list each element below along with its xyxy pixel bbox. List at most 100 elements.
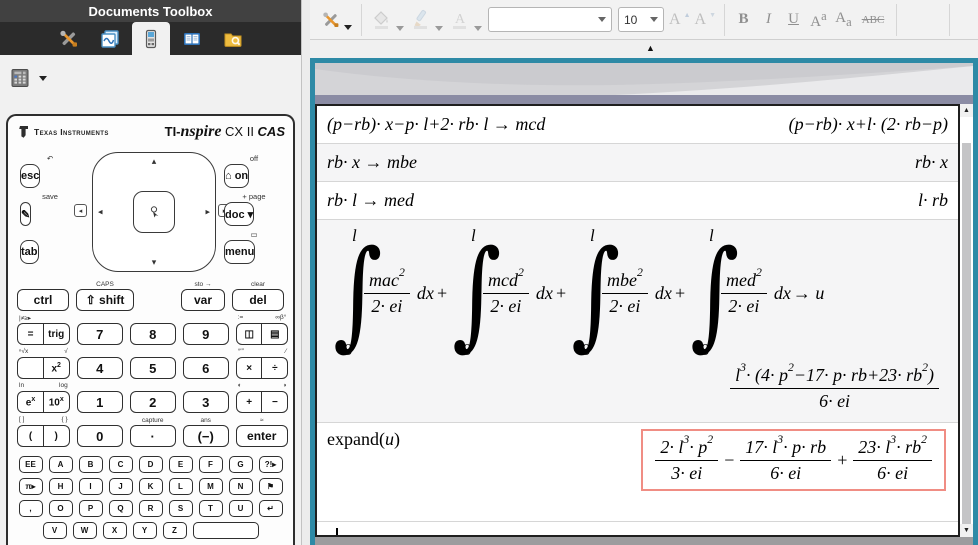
- page-back-icon[interactable]: ◂: [74, 204, 87, 217]
- fill-color-button[interactable]: [368, 7, 407, 33]
- math-output[interactable]: rb· x: [915, 152, 948, 173]
- key-scratchpad[interactable]: ✎: [20, 202, 31, 226]
- key-x[interactable]: X: [103, 522, 127, 539]
- key-s[interactable]: S: [169, 500, 193, 517]
- ten-power[interactable]: 10x: [43, 391, 70, 413]
- key-doc[interactable]: doc ▾: [224, 202, 254, 226]
- key-q[interactable]: Q: [109, 500, 133, 517]
- key-g[interactable]: G: [229, 456, 253, 473]
- plus[interactable]: +: [236, 391, 263, 413]
- touchpad-up-icon[interactable]: ▴: [152, 156, 157, 167]
- font-family-select[interactable]: [488, 7, 612, 32]
- key-p[interactable]: P: [79, 500, 103, 517]
- key-pi[interactable]: π▸: [19, 478, 43, 495]
- key-punctuation[interactable]: ?!▸: [259, 456, 283, 473]
- underline-button[interactable]: U: [781, 9, 806, 30]
- key-u[interactable]: U: [229, 500, 253, 517]
- key-ee[interactable]: EE: [19, 456, 43, 473]
- key-space[interactable]: [193, 522, 259, 539]
- key-h[interactable]: H: [49, 478, 73, 495]
- input-line[interactable]: [317, 522, 958, 537]
- key-f[interactable]: F: [199, 456, 223, 473]
- decrease-font-button[interactable]: A▼: [693, 9, 719, 31]
- shift[interactable]: ⇧ shift: [76, 289, 134, 311]
- strikethrough-button[interactable]: ABC: [856, 12, 890, 28]
- toolbar-collapse-button[interactable]: ▲: [646, 43, 655, 53]
- e-power[interactable]: ex: [17, 391, 44, 413]
- enter[interactable]: enter: [236, 425, 288, 447]
- highlighted-result[interactable]: 2· l3· p23· ei−17· l3· p· rb6· ei+23· l3…: [641, 429, 946, 491]
- key-j[interactable]: J: [109, 478, 133, 495]
- ctrl[interactable]: ctrl: [17, 289, 69, 311]
- key-return[interactable]: ↵: [259, 500, 283, 517]
- key-r[interactable]: R: [139, 500, 163, 517]
- math-input[interactable]: expand(u): [327, 429, 400, 450]
- key-on[interactable]: ⌂ on: [224, 164, 249, 188]
- touchpad-click-button[interactable]: [133, 191, 175, 233]
- math-input[interactable]: rb· l → med: [327, 190, 414, 211]
- calculator-history-area[interactable]: (p−rb)· x−p· l+2· rb· l → mcd (p−rb)· x+…: [315, 104, 960, 537]
- key-tab[interactable]: tab: [20, 240, 39, 264]
- touchpad-down-icon[interactable]: ▾: [152, 257, 157, 268]
- scroll-down-button[interactable]: ▼: [963, 524, 970, 537]
- key-menu[interactable]: menu: [224, 240, 255, 264]
- key-y[interactable]: Y: [133, 522, 157, 539]
- key-3[interactable]: 3: [183, 391, 229, 413]
- key-b[interactable]: B: [79, 456, 103, 473]
- math-output[interactable]: (p−rb)· x+l· (2· rb−p): [789, 114, 948, 135]
- key-d[interactable]: D: [139, 456, 163, 473]
- power[interactable]: [17, 357, 44, 379]
- key-2[interactable]: 2: [130, 391, 176, 413]
- touchpad-right-icon[interactable]: ▸: [205, 207, 210, 218]
- key-4[interactable]: 4: [77, 357, 123, 379]
- key-0[interactable]: 0: [77, 425, 123, 447]
- superscript-button[interactable]: Aa: [806, 7, 831, 33]
- equals[interactable]: =: [17, 323, 44, 345]
- key-n[interactable]: N: [229, 478, 253, 495]
- font-size-select[interactable]: 10: [618, 7, 664, 32]
- key-a[interactable]: A: [49, 456, 73, 473]
- subscript-button[interactable]: Aa: [831, 8, 856, 32]
- integral-expression[interactable]: ∫l0mac22· eidx+∫l0mcd22· eidx+∫l0mbe22· …: [327, 220, 948, 364]
- tab-utilities[interactable]: [173, 22, 211, 55]
- paren-close[interactable]: ): [43, 425, 70, 447]
- key-7[interactable]: 7: [77, 323, 123, 345]
- keypad-selector-dropdown-arrow[interactable]: [39, 76, 47, 81]
- trig[interactable]: trig: [43, 323, 70, 345]
- math-input[interactable]: rb· x → mbe: [327, 152, 417, 173]
- key-comma[interactable]: ,: [19, 500, 43, 517]
- catalog[interactable]: ▤: [261, 323, 288, 345]
- key-v[interactable]: V: [43, 522, 67, 539]
- var[interactable]: var: [181, 289, 225, 311]
- key-8[interactable]: 8: [130, 323, 176, 345]
- square[interactable]: x2: [43, 357, 70, 379]
- negate[interactable]: (−): [183, 425, 229, 447]
- math-output[interactable]: l· rb: [918, 190, 948, 211]
- bold-button[interactable]: B: [731, 9, 756, 30]
- templates[interactable]: ◫: [236, 323, 263, 345]
- math-output[interactable]: l3· (4· p2−17· p· rb+23· rb2) 6· ei: [730, 364, 939, 412]
- scroll-up-button[interactable]: ▲: [963, 104, 970, 117]
- keypad-style-selector[interactable]: [10, 68, 30, 88]
- key-t[interactable]: T: [199, 500, 223, 517]
- tab-keypad[interactable]: [132, 22, 170, 55]
- key-m[interactable]: M: [199, 478, 223, 495]
- scrollbar-thumb[interactable]: [962, 143, 971, 524]
- line-color-button[interactable]: [407, 7, 446, 33]
- key-flag[interactable]: ⚑: [259, 478, 283, 495]
- divide[interactable]: ÷: [261, 357, 288, 379]
- tab-content-explorer[interactable]: [214, 22, 252, 55]
- minus[interactable]: −: [261, 391, 288, 413]
- key-1[interactable]: 1: [77, 391, 123, 413]
- key-9[interactable]: 9: [183, 323, 229, 345]
- key-5[interactable]: 5: [130, 357, 176, 379]
- key-6[interactable]: 6: [183, 357, 229, 379]
- touchpad[interactable]: ▴ ▾ ◂ ▸: [92, 152, 216, 272]
- key-o[interactable]: O: [49, 500, 73, 517]
- increase-font-button[interactable]: A▲: [667, 9, 693, 31]
- key-w[interactable]: W: [73, 522, 97, 539]
- multiply[interactable]: ×: [236, 357, 263, 379]
- paren-open[interactable]: (: [17, 425, 44, 447]
- tab-page-sorter[interactable]: [91, 22, 129, 55]
- decimal-point[interactable]: ·: [130, 425, 176, 447]
